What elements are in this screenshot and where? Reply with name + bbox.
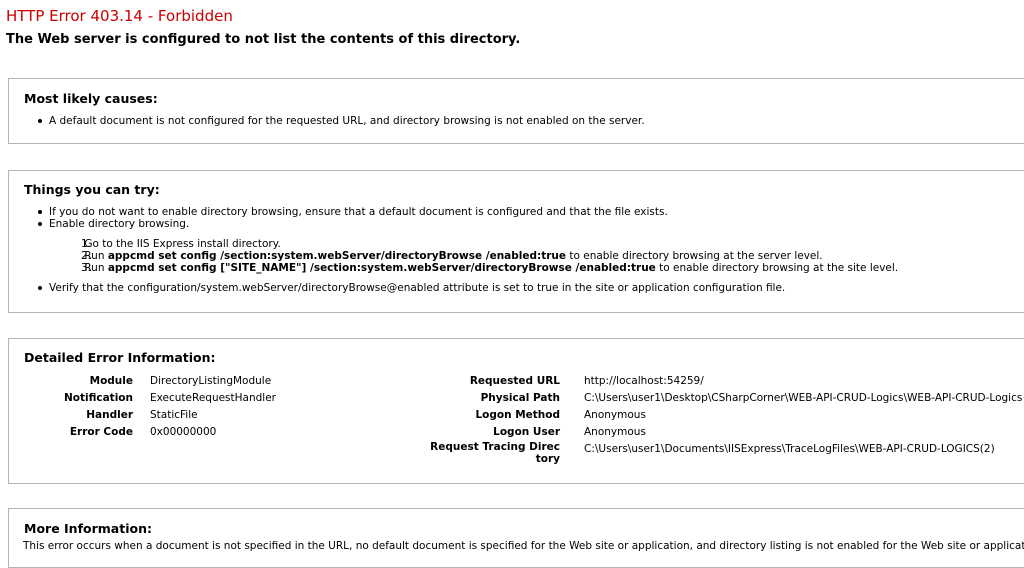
error-summary: The Web server is configured to not list… [6, 32, 521, 47]
list-item: Verify that the configuration/system.web… [37, 282, 786, 294]
try-section: Things you can try: If you do not want t… [8, 170, 1024, 313]
module-value: DirectoryListingModule [150, 375, 272, 387]
notification-label: Notification [63, 392, 133, 404]
logon-method-label: Logon Method [475, 409, 560, 421]
requested-url-label: Requested URL [469, 375, 560, 387]
error-code-value: 0x00000000 [150, 426, 217, 438]
handler-label: Handler [86, 409, 133, 421]
tracing-label: Request Tracing Direc tory [430, 441, 560, 465]
more-heading: More Information: [24, 521, 152, 536]
causes-heading: Most likely causes: [24, 91, 158, 106]
step-item: 2. Run appcmd set config /section:system… [81, 250, 823, 262]
more-text: This error occurs when a document is not… [23, 540, 1024, 552]
logon-user-value: Anonymous [584, 426, 646, 438]
logon-method-value: Anonymous [584, 409, 646, 421]
physical-path-value: C:\Users\user1\Desktop\CSharpCorner\WEB-… [584, 392, 1023, 404]
tracing-value: C:\Users\user1\Documents\IISExpress\Trac… [584, 443, 995, 455]
try-list: If you do not want to enable directory b… [38, 206, 668, 230]
error-code-label: Error Code [69, 426, 133, 438]
error-header: HTTP Error 403.14 - Forbidden The Web se… [6, 6, 1024, 49]
list-item: If you do not want to enable directory b… [38, 206, 668, 218]
handler-value: StaticFile [150, 409, 198, 421]
module-label: Module [89, 375, 133, 387]
step-item: 1. Go to the IIS Express install directo… [81, 238, 281, 250]
details-section: Detailed Error Information: Module Direc… [8, 338, 1024, 484]
try-list-extra: Verify that the configuration/system.web… [37, 282, 786, 294]
command-text: appcmd set config /section:system.webSer… [107, 250, 567, 262]
details-heading: Detailed Error Information: [24, 350, 216, 365]
causes-section: Most likely causes: A default document i… [8, 78, 1024, 144]
list-item: A default document is not configured for… [38, 115, 645, 127]
logon-user-label: Logon User [493, 426, 560, 438]
steps-list: 1. Go to the IIS Express install directo… [81, 238, 899, 274]
causes-list: A default document is not configured for… [38, 115, 645, 127]
step-item: 3. Run appcmd set config ["SITE_NAME"] /… [81, 262, 899, 274]
page-title: HTTP Error 403.14 - Forbidden [6, 7, 233, 25]
requested-url-value: http://localhost:54259/ [584, 375, 704, 387]
more-section: More Information: This error occurs when… [8, 508, 1024, 568]
notification-value: ExecuteRequestHandler [150, 392, 276, 404]
list-item: Enable directory browsing. [38, 218, 668, 230]
command-text: appcmd set config ["SITE_NAME"] /section… [107, 262, 656, 274]
physical-path-label: Physical Path [480, 392, 560, 404]
try-heading: Things you can try: [24, 182, 160, 197]
